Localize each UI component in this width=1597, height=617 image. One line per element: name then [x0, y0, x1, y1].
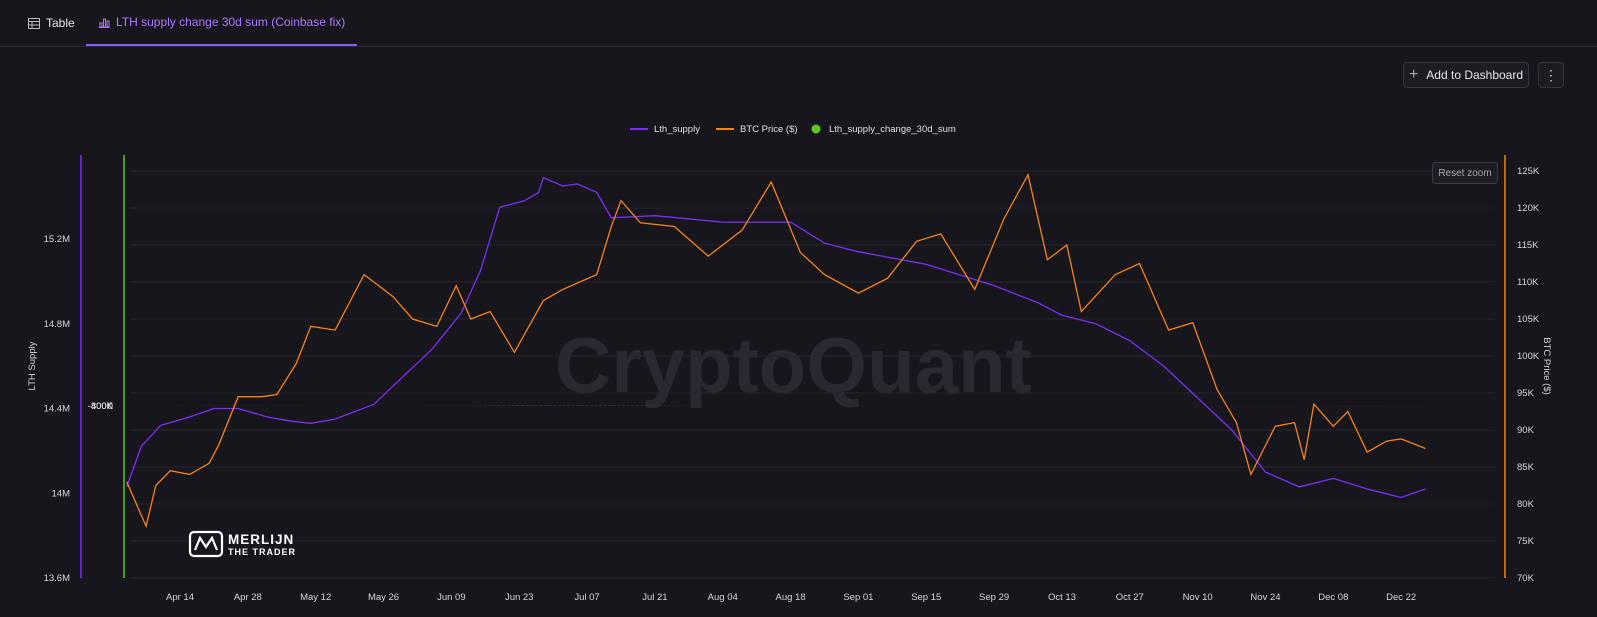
- right-tick-label: 110K: [1517, 277, 1539, 288]
- x-tick-label: May 12: [300, 592, 331, 603]
- x-tick-label: Jun 23: [505, 592, 534, 603]
- x-tick-label: Oct 13: [1048, 592, 1076, 603]
- x-tick-label: Jul 21: [642, 592, 667, 603]
- merlijn-logo: MERLIJN THE TRADER: [188, 530, 296, 558]
- x-tick-label: Nov 10: [1183, 592, 1213, 603]
- right-axis-title: BTC Price ($): [1541, 337, 1552, 395]
- x-tick-label: Jul 07: [574, 592, 599, 603]
- x-tick-label: Jun 09: [437, 592, 466, 603]
- right-tick-label: 115K: [1517, 240, 1539, 251]
- reset-zoom-button[interactable]: Reset zoom: [1432, 162, 1498, 184]
- add-to-dashboard-button[interactable]: + Add to Dashboard: [1403, 62, 1529, 88]
- legend-lth-label: Lth_supply: [654, 124, 700, 135]
- x-tick-label: May 26: [368, 592, 399, 603]
- x-tick-label: Sep 15: [911, 592, 941, 603]
- watermark: CryptoQuant: [555, 321, 1032, 409]
- x-tick-label: Apr 28: [234, 592, 262, 603]
- right-tick-label: 125K: [1517, 166, 1540, 177]
- x-tick-label: Aug 18: [776, 592, 806, 603]
- x-tick-label: Apr 14: [166, 592, 194, 603]
- mid-tick-label: 800K: [91, 401, 114, 412]
- left-tick-label: 14.4M: [44, 404, 70, 415]
- right-tick-label: 70K: [1517, 573, 1535, 584]
- x-tick-label: Aug 04: [708, 592, 738, 603]
- right-tick-label: 80K: [1517, 499, 1535, 510]
- legend: Lth_supply BTC Price ($) Lth_supply_change…: [630, 124, 956, 135]
- left-axis-title: LTH Supply: [27, 341, 38, 390]
- left-tick-label: 14M: [52, 488, 71, 499]
- right-tick-label: 100K: [1517, 351, 1540, 362]
- right-tick-label: 85K: [1517, 462, 1535, 473]
- legend-change-swatch: [811, 124, 821, 134]
- right-tick-label: 120K: [1517, 203, 1540, 214]
- right-tick-label: 90K: [1517, 425, 1535, 436]
- plus-icon: +: [1408, 66, 1419, 83]
- x-tick-label: Sep 29: [979, 592, 1009, 603]
- legend-change-label: Lth_supply_change_30d_sum: [829, 124, 956, 135]
- x-tick-label: Sep 01: [843, 592, 873, 603]
- logo-line2: THE TRADER: [228, 547, 296, 557]
- add-to-dashboard-label: Add to Dashboard: [1426, 68, 1524, 82]
- chart: CryptoQuant 13.6M14M14.4M14.8M15.2M-400K…: [27, 124, 1552, 603]
- x-tick-label: Dec 22: [1386, 592, 1416, 603]
- x-tick-label: Dec 08: [1318, 592, 1348, 603]
- left-tick-label: 15.2M: [44, 234, 70, 245]
- x-tick-label: Oct 27: [1116, 592, 1144, 603]
- vertical-dots-icon: ⋮: [1544, 66, 1558, 83]
- logo-line1: MERLIJN: [228, 532, 294, 547]
- right-tick-label: 75K: [1517, 536, 1535, 547]
- right-tick-label: 105K: [1517, 314, 1540, 325]
- x-tick-label: Nov 24: [1250, 592, 1280, 603]
- left-tick-label: 13.6M: [44, 573, 70, 584]
- legend-btc-label: BTC Price ($): [740, 124, 798, 135]
- right-tick-label: 95K: [1517, 388, 1535, 399]
- logo-mark-icon: [188, 530, 224, 558]
- left-tick-label: 14.8M: [44, 319, 70, 330]
- more-options-button[interactable]: ⋮: [1538, 62, 1564, 88]
